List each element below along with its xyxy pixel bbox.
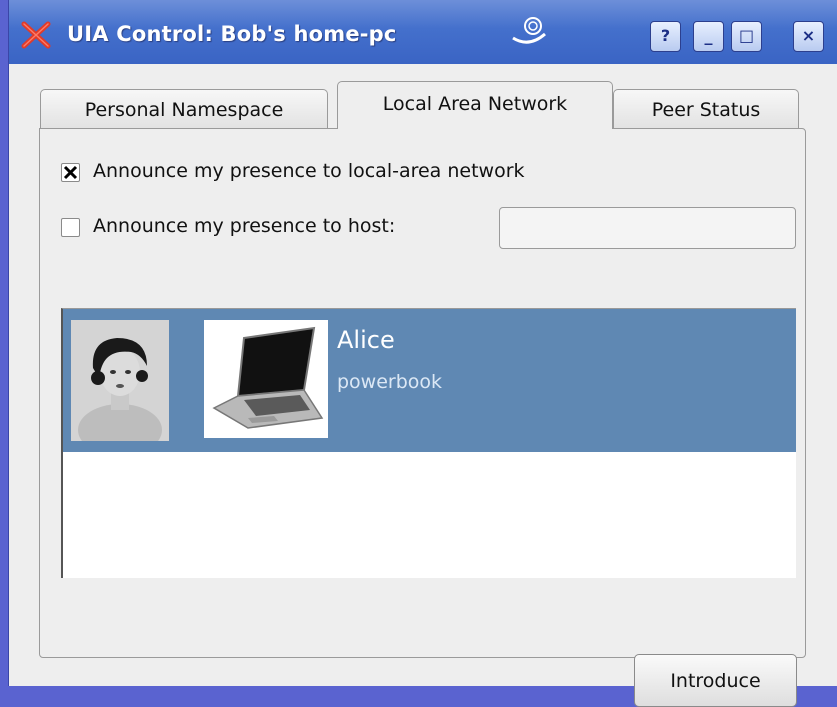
introduce-button[interactable]: Introduce (634, 654, 797, 707)
user-avatar (71, 320, 169, 441)
device-avatar (204, 320, 328, 438)
peer-device: powerbook (337, 371, 443, 393)
announce-lan-checkbox[interactable] (61, 163, 80, 182)
swirl-icon (512, 17, 546, 44)
announce-host-label[interactable]: Announce my presence to host: (93, 215, 395, 237)
close-button[interactable]: × (793, 21, 824, 52)
title-bar[interactable]: UIA Control: Bob's home-pc ? _ □ × (9, 0, 837, 64)
host-input[interactable] (499, 207, 796, 249)
peer-name: Alice (337, 326, 395, 354)
tab-personal-namespace[interactable]: Personal Namespace (40, 89, 328, 129)
app-window: UIA Control: Bob's home-pc ? _ □ × Perso… (8, 0, 837, 707)
maximize-button[interactable]: □ (731, 21, 762, 52)
announce-host-checkbox[interactable] (61, 218, 80, 237)
minimize-button[interactable]: _ (693, 21, 724, 52)
app-x-icon (21, 21, 51, 49)
help-button[interactable]: ? (650, 21, 681, 52)
tab-local-area-network[interactable]: Local Area Network (337, 81, 613, 129)
list-item[interactable]: Alice powerbook (63, 309, 796, 452)
announce-lan-label[interactable]: Announce my presence to local-area netwo… (93, 160, 525, 182)
check-icon (63, 165, 78, 180)
peer-list[interactable]: Alice powerbook (61, 308, 796, 578)
window-title: UIA Control: Bob's home-pc (67, 22, 397, 46)
tab-peer-status[interactable]: Peer Status (613, 89, 799, 129)
window-content: Personal Namespace Local Area Network Pe… (9, 64, 837, 707)
lan-panel: Announce my presence to local-area netwo… (39, 128, 806, 707)
